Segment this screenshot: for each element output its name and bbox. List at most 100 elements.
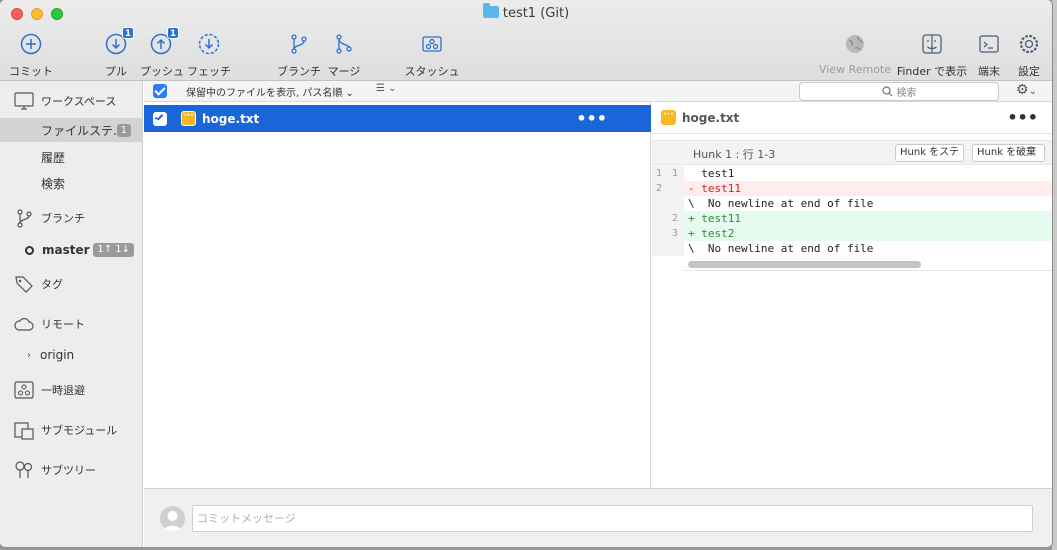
list-icon: ☰ [376, 83, 385, 94]
stash-icon [420, 32, 444, 56]
commit-label: コミット [9, 65, 53, 78]
modified-file-icon: ··· [661, 110, 676, 125]
select-all-checkbox[interactable] [153, 84, 167, 98]
monitor-icon [14, 91, 34, 111]
sidebar-item-history[interactable]: 履歴 [0, 145, 143, 169]
subtree-icon [14, 460, 34, 480]
branch-icon [287, 32, 311, 56]
file-sort-dropdown[interactable]: 保留中のファイルを表示, パス名順 ⌄ [186, 84, 354, 99]
merge-icon [332, 32, 356, 56]
file-row[interactable]: ··· hoge.txt ••• [144, 105, 651, 132]
new-line-number: 2 [672, 213, 679, 224]
settings-button[interactable]: 設定 [1015, 32, 1043, 78]
diff-actions-menu-icon[interactable]: ••• [1007, 108, 1038, 127]
avatar [160, 506, 185, 531]
line-number-gutter: 2 [652, 181, 684, 196]
settings-dropdown[interactable]: ⚙⌄ [1016, 82, 1037, 98]
push-label: プッシュ [140, 65, 184, 78]
sidebar-branches-header[interactable]: ブランチ [0, 206, 143, 230]
plus-circle-icon [19, 32, 43, 56]
sidebar-submodules-header[interactable]: サブモジュール [0, 418, 143, 442]
branch-icon [14, 208, 34, 228]
horizontal-scrollbar[interactable] [688, 261, 921, 268]
sidebar-workspace-header: ワークスペース [0, 89, 143, 113]
diff-header: ··· hoge.txt ••• [652, 102, 1052, 134]
pull-icon: 1 [104, 27, 134, 56]
line-number-gutter: 2 [652, 211, 684, 226]
diff-file-name: hoge.txt [682, 110, 740, 125]
sidebar-item-label: origin [40, 348, 75, 362]
view-remote-button[interactable]: View Remote [818, 32, 892, 78]
sidebar-remotes-header[interactable]: リモート [0, 312, 143, 336]
sidebar-item-label: 履歴 [41, 150, 66, 165]
app-window: test1 (Git) コミット 1 プル 1 プッシュ フェッチ ブランチ マ… [0, 0, 1052, 547]
sidebar-tags-header[interactable]: タグ [0, 272, 143, 296]
sidebar-item-search[interactable]: 検索 [0, 171, 143, 195]
new-line-number: 3 [672, 228, 679, 239]
chevron-down-icon: ⌄ [1028, 86, 1037, 97]
sidebar: ワークスペース ファイルステ… 1 履歴 検索 ブランチ master 1↑ 1… [0, 81, 143, 547]
file-filter-bar: 保留中のファイルを表示, パス名順 ⌄ ☰ ⌄ 検索 ⚙⌄ [144, 81, 1052, 102]
view-remote-label: View Remote [818, 63, 892, 76]
file-search-input[interactable]: 検索 [799, 82, 999, 101]
fetch-icon [197, 32, 221, 56]
old-line-number: 1 [656, 168, 663, 179]
stash-button[interactable]: スタッシュ [404, 32, 460, 78]
branch-label: ブランチ [277, 65, 321, 78]
sidebar-item-file-status[interactable]: ファイルステ… 1 [0, 118, 143, 142]
submodule-icon [14, 420, 34, 440]
window-title-text: test1 (Git) [502, 6, 570, 21]
pull-badge: 1 [122, 27, 134, 39]
line-number-gutter [652, 196, 684, 211]
line-number-gutter [652, 241, 684, 256]
sidebar-submodules-label: サブモジュール [41, 424, 118, 437]
search-placeholder: 検索 [896, 88, 917, 99]
push-icon: 1 [149, 27, 179, 56]
tag-icon [14, 274, 34, 294]
cloud-icon [14, 314, 34, 334]
sidebar-subtrees-header[interactable]: サブツリー [0, 458, 143, 482]
sidebar-remotes-label: リモート [41, 318, 85, 331]
merge-button[interactable]: マージ [327, 32, 361, 78]
sidebar-item-master[interactable]: master 1↑ 1↓ [0, 238, 143, 262]
terminal-button[interactable]: 端末 [975, 32, 1003, 78]
sidebar-item-label: master [42, 243, 90, 257]
modified-file-icon: ··· [181, 111, 196, 126]
gear-icon: ⚙ [1016, 82, 1029, 98]
sidebar-item-label: ファイルステ… [41, 123, 126, 138]
commit-message-input[interactable]: コミットメッセージ [192, 505, 1033, 532]
current-branch-icon [25, 245, 34, 255]
folder-icon [482, 3, 499, 18]
chevron-down-icon: ⌄ [388, 83, 397, 94]
ahead-behind-badge: 1↑ 1↓ [93, 243, 134, 257]
file-actions-menu-icon[interactable]: ••• [576, 109, 607, 128]
gear-icon [1017, 32, 1041, 56]
stash-icon [14, 380, 34, 400]
sidebar-item-origin[interactable]: › origin [0, 343, 143, 367]
file-checkbox[interactable] [153, 111, 167, 126]
hunk-label: Hunk 1 : 行 1-3 [693, 148, 776, 161]
stage-hunk-button[interactable]: Hunk をステ [895, 144, 964, 162]
sidebar-item-label: 検索 [41, 176, 66, 191]
sidebar-stashes-label: 一時退避 [41, 384, 85, 397]
view-mode-dropdown[interactable]: ☰ ⌄ [376, 83, 397, 94]
sidebar-workspace-label: ワークスペース [41, 95, 117, 108]
show-in-finder-button[interactable]: Finder で表示 [896, 32, 968, 78]
discard-hunk-button[interactable]: Hunk を破棄 [972, 144, 1045, 162]
background-desktop [1052, 0, 1057, 550]
chevron-right-icon: › [27, 349, 31, 361]
finder-icon [920, 32, 944, 56]
sidebar-stashes-header[interactable]: 一時退避 [0, 378, 143, 402]
globe-icon [843, 32, 867, 56]
merge-label: マージ [327, 65, 361, 78]
file-sort-label: 保留中のファイルを表示, パス名順 [186, 88, 343, 99]
file-status-count-badge: 1 [116, 124, 131, 137]
pull-button[interactable]: 1 プル [101, 27, 134, 78]
commit-button[interactable]: コミット [9, 32, 53, 78]
fetch-button[interactable]: フェッチ [187, 32, 231, 78]
diff-panel: ··· hoge.txt ••• Hunk 1 : 行 1-3 Hunk をステ… [652, 102, 1052, 488]
push-button[interactable]: 1 プッシュ [140, 27, 184, 78]
diff-content-area [684, 166, 1052, 271]
sidebar-tags-label: タグ [41, 278, 63, 291]
branch-button[interactable]: ブランチ [277, 32, 321, 78]
